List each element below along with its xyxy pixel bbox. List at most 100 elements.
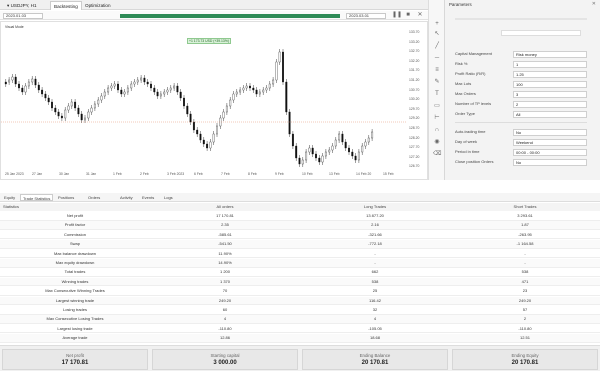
candle-body <box>301 159 304 165</box>
stat-name: Net profit <box>66 213 84 218</box>
panel-close-icon[interactable]: ✕ <box>592 1 596 7</box>
candle-body <box>202 139 205 145</box>
tab-equity[interactable]: Equity <box>2 194 17 201</box>
candle-body <box>130 83 133 89</box>
setting-value-field[interactable]: 2 <box>513 100 587 108</box>
section-divider <box>455 18 587 20</box>
crosshair-icon[interactable]: + <box>433 20 441 28</box>
setting-value-field[interactable]: Weekend <box>513 138 587 146</box>
candle-body <box>318 157 321 163</box>
setting-value-field[interactable]: No <box>513 128 587 136</box>
tab-optimization[interactable]: Optimization <box>82 1 114 10</box>
candle-body <box>282 51 284 83</box>
y-tick-label: 127.70 <box>409 145 420 150</box>
stat-value: 1.87 <box>521 222 529 228</box>
setting-value-field[interactable]: 1.25 <box>513 70 587 78</box>
summary-bar: Net profit 17 170.81 Starting capital 3 000… <box>0 345 600 371</box>
date-to-field[interactable]: 2023.03.01 <box>346 12 386 19</box>
candle-body <box>189 113 192 123</box>
x-tick-label: 1 Feb <box>113 172 122 176</box>
text-icon[interactable]: T <box>433 90 441 98</box>
setting-value-field[interactable]: 3 <box>513 90 587 98</box>
setting-row: Day of week Weekend <box>455 138 597 146</box>
candle-body <box>258 91 261 95</box>
close-icon[interactable]: ✕ <box>416 11 424 19</box>
summary-label: Net profit <box>66 353 84 358</box>
y-tick-label: 126.70 <box>409 164 420 169</box>
stat-name: Largest winning trade <box>55 297 95 303</box>
table-row: Max equity drawdown 14.90% - - <box>0 259 600 268</box>
candle-body <box>24 85 27 93</box>
magnet-icon[interactable]: ∩ <box>433 126 441 134</box>
symbol-selector[interactable]: ▾ USDJPY, H1 <box>4 1 40 10</box>
license-field[interactable] <box>501 30 581 36</box>
stat-value: 60 <box>222 307 228 312</box>
x-tick-label: 2 Feb <box>140 172 149 176</box>
column-header[interactable]: Long Trades <box>300 203 450 211</box>
stat-value: 662 <box>371 269 379 275</box>
y-tick-label: 132.70 <box>409 49 420 54</box>
setting-value-field[interactable]: Risk money <box>513 50 587 58</box>
summary-card: Ending Balance 20 170.81 <box>302 349 448 370</box>
candle-body <box>110 85 113 89</box>
candle-body <box>57 111 60 117</box>
candle-body <box>331 145 334 151</box>
ruler-icon[interactable]: ⊢ <box>433 114 441 122</box>
setting-value-field[interactable]: 100 <box>513 80 587 88</box>
candle-body <box>361 145 364 153</box>
x-tick-label: 27 Jan <box>32 172 43 176</box>
stat-value: 538 <box>371 278 379 284</box>
candle-body <box>143 77 146 83</box>
cursor-icon[interactable]: ↖ <box>433 30 441 38</box>
stat-value: 25 <box>372 288 378 294</box>
brush-icon[interactable]: ✎ <box>433 78 441 86</box>
tab-trade-statistics[interactable]: Trade Statistics <box>20 194 54 201</box>
trendline-icon[interactable]: ╱ <box>433 42 441 50</box>
candle-body <box>311 147 314 155</box>
pause-icon[interactable]: ❚❚ <box>392 11 402 19</box>
tab-activity[interactable]: Activity <box>118 194 135 201</box>
summary-value: 20 170.81 <box>511 360 539 366</box>
horizontal-line-icon[interactable]: ─ <box>433 54 441 62</box>
rectangle-icon[interactable]: ▭ <box>433 102 441 110</box>
stat-value: 1 200 <box>219 269 230 275</box>
stat-value: 17 170.81 <box>216 213 234 218</box>
tab-backtesting[interactable]: Backtesting <box>50 1 82 10</box>
setting-value-field[interactable]: No <box>513 158 587 166</box>
stat-name: Winning trades <box>61 278 89 284</box>
setting-label: Close position Orders <box>455 159 494 164</box>
eye-icon[interactable]: ◉ <box>433 138 441 146</box>
setting-label: Max Orders <box>455 91 476 96</box>
stop-icon[interactable]: ■ <box>404 11 412 19</box>
y-tick-label: 133.20 <box>409 39 420 44</box>
tab-logs[interactable]: Logs <box>162 194 175 201</box>
stat-value: 12.86 <box>219 335 230 341</box>
fibonacci-icon[interactable]: ≡ <box>433 66 441 74</box>
tab-events[interactable]: Events <box>140 194 156 201</box>
stat-value: 32 <box>372 307 378 312</box>
candle-body <box>242 87 245 91</box>
setting-label: Capital Management <box>455 51 492 56</box>
candle-body <box>285 81 288 113</box>
trash-icon[interactable]: ⌫ <box>433 150 441 158</box>
column-header[interactable]: All orders <box>150 203 300 211</box>
candle-body <box>117 83 119 91</box>
tab-orders[interactable]: Orders <box>86 194 102 201</box>
date-from-field[interactable]: 2023.01.03 <box>3 12 43 19</box>
price-chart[interactable]: Visual Mode +1 173.73 USD (+39.13%) 133.… <box>0 21 428 180</box>
setting-value-field[interactable]: 1 <box>513 60 587 68</box>
table-row: Largest winning trade 249.20 116.42 249.20 <box>0 296 600 306</box>
candle-body <box>275 61 278 81</box>
table-row: Max Consecutive Losing Trades 4 4 2 <box>0 315 600 324</box>
column-header[interactable]: Statistics <box>0 203 150 211</box>
candle-body <box>262 89 265 93</box>
setting-row: Number of TP levels 2 <box>455 100 597 108</box>
column-header[interactable]: Short Trades <box>450 203 600 211</box>
candle-body <box>192 121 195 131</box>
setting-value-field[interactable]: All <box>513 110 587 118</box>
candle-body <box>232 93 235 101</box>
setting-value-field[interactable]: 00:00 - 00:00 <box>513 148 587 156</box>
candle-body <box>123 91 126 95</box>
tab-positions[interactable]: Positions <box>56 194 76 201</box>
candle-body <box>357 151 360 161</box>
